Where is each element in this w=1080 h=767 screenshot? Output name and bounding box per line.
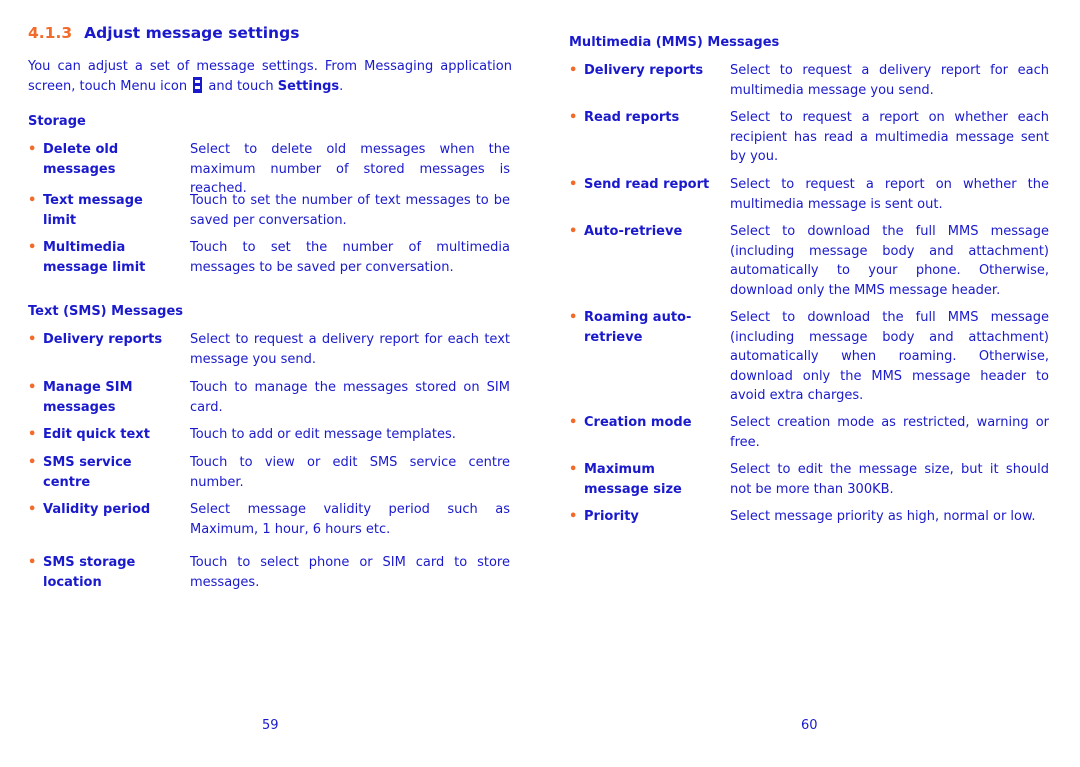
- setting-term: Delivery reports: [43, 330, 162, 350]
- bullet-icon: •: [28, 142, 37, 157]
- bullet-icon: •: [28, 555, 37, 570]
- setting-description: Select creation mode as restricted, warn…: [730, 415, 1049, 450]
- setting-description: Touch to add or edit message templates.: [190, 427, 456, 442]
- section-title: Adjust message settings: [84, 24, 300, 42]
- setting-term: Edit quick text: [43, 425, 150, 445]
- setting-description: Select to download the full MMS message …: [730, 224, 1049, 298]
- setting-description: Touch to select phone or SIM card to sto…: [190, 555, 510, 590]
- setting-term-line: centre: [43, 474, 91, 490]
- setting-term-line: message size: [584, 481, 682, 497]
- settings-label: Settings: [277, 78, 340, 94]
- setting-term-line: Edit quick text: [43, 427, 150, 442]
- setting-term: SMS storage location: [43, 553, 135, 592]
- setting-term: Send read report: [584, 175, 709, 195]
- setting-term: Delivery reports: [584, 61, 703, 81]
- right-page: Multimedia (MMS) Messages • Delivery repo…: [540, 0, 1080, 767]
- setting-description: Select to request a report on whether ea…: [730, 110, 1049, 164]
- setting-term-line: Multimedia: [43, 240, 126, 255]
- setting-description: Select to edit the message size, but it …: [730, 462, 1049, 497]
- setting-term-line: SMS service: [43, 455, 132, 470]
- setting-description: Select to request a delivery report for …: [190, 332, 510, 367]
- storage-heading: Storage: [28, 114, 86, 129]
- bullet-icon: •: [569, 177, 578, 192]
- setting-term-line: location: [43, 574, 102, 590]
- setting-term-line: Text message: [43, 193, 143, 208]
- bullet-icon: •: [28, 427, 37, 442]
- setting-term-line: Auto-retrieve: [584, 224, 683, 239]
- setting-term-line: Manage SIM: [43, 380, 133, 395]
- setting-term-line: message limit: [43, 259, 146, 275]
- bullet-icon: •: [569, 110, 578, 125]
- bullet-icon: •: [28, 332, 37, 347]
- setting-term-line: Read reports: [584, 110, 680, 125]
- setting-description: Select to delete old messages when the m…: [190, 142, 510, 196]
- setting-term-line: Priority: [584, 509, 639, 524]
- setting-term: Priority: [584, 507, 639, 527]
- setting-term-line: Validity period: [43, 502, 151, 517]
- setting-description: Select message priority as high, normal …: [730, 509, 1036, 524]
- setting-term: Maximum message size: [584, 460, 682, 499]
- sms-heading: Text (SMS) Messages: [28, 304, 184, 319]
- setting-term: Text message limit: [43, 191, 143, 230]
- setting-term-line: retrieve: [584, 329, 643, 345]
- mms-heading: Multimedia (MMS) Messages: [569, 35, 780, 50]
- bullet-icon: •: [28, 380, 37, 395]
- setting-term-line: messages: [43, 161, 116, 177]
- setting-term-line: Delivery reports: [584, 63, 704, 78]
- setting-term-line: Send read report: [584, 177, 710, 192]
- setting-description: Select to request a delivery report for …: [730, 63, 1049, 98]
- section-heading: 4.1.3 Adjust message settings: [28, 24, 299, 42]
- setting-term: Manage SIM messages: [43, 378, 133, 417]
- bullet-icon: •: [28, 455, 37, 470]
- setting-term: Auto-retrieve: [584, 222, 682, 242]
- bullet-icon: •: [569, 415, 578, 430]
- setting-description: Select to download the full MMS message …: [730, 310, 1049, 403]
- setting-term: Multimedia message limit: [43, 238, 145, 277]
- setting-term-line: limit: [43, 212, 77, 228]
- setting-term: Validity period: [43, 500, 150, 520]
- page-number: 60: [801, 718, 818, 733]
- setting-term-line: SMS storage: [43, 555, 136, 570]
- setting-description: Touch to set the number of multimedia me…: [190, 240, 510, 275]
- setting-term: Roaming auto-retrieve: [584, 308, 691, 347]
- setting-term-line: Delete old: [43, 142, 119, 157]
- bullet-icon: •: [569, 224, 578, 239]
- setting-term-line: Delivery reports: [43, 332, 163, 347]
- menu-icon: [193, 76, 203, 93]
- bullet-icon: •: [28, 502, 37, 517]
- setting-term: Creation mode: [584, 413, 692, 433]
- bullet-icon: •: [28, 193, 37, 208]
- setting-description: Select to request a report on whether th…: [730, 177, 1049, 212]
- bullet-icon: •: [569, 462, 578, 477]
- setting-description: Touch to manage the messages stored on S…: [190, 380, 510, 415]
- left-page: 4.1.3 Adjust message settings You can adj…: [0, 0, 540, 767]
- bullet-icon: •: [28, 240, 37, 255]
- setting-description: Select message validity period such as M…: [190, 502, 510, 537]
- page-number: 59: [262, 718, 279, 733]
- intro-paragraph: You can adjust a set of message settings…: [28, 57, 512, 96]
- setting-term: Delete old messages: [43, 140, 118, 179]
- setting-term-line: messages: [43, 399, 116, 415]
- setting-description: Touch to set the number of text messages…: [190, 193, 510, 228]
- setting-term: Read reports: [584, 108, 679, 128]
- bullet-icon: •: [569, 509, 578, 524]
- setting-term-line: Creation mode: [584, 415, 692, 430]
- setting-description: Touch to view or edit SMS service centre…: [190, 455, 510, 490]
- intro-period: .: [339, 78, 344, 94]
- bullet-icon: •: [569, 310, 578, 325]
- setting-term-line: Maximum: [584, 462, 655, 477]
- setting-term: SMS service centre: [43, 453, 132, 492]
- intro-text-2: and touch: [208, 78, 274, 94]
- section-number: 4.1.3: [28, 24, 73, 42]
- setting-term-line: Roaming auto-: [584, 310, 692, 325]
- bullet-icon: •: [569, 63, 578, 78]
